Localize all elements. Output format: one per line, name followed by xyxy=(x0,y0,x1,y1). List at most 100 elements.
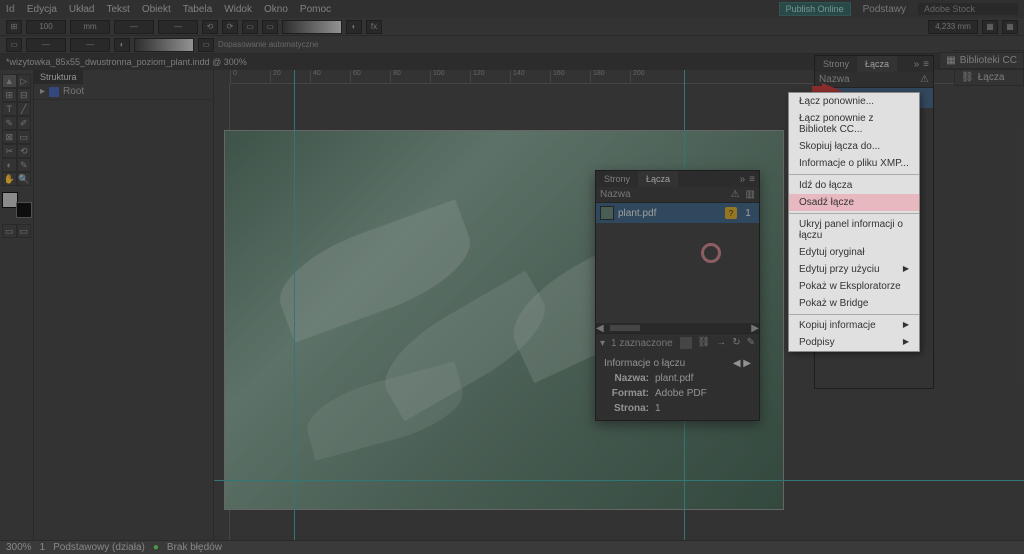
update-link-icon[interactable]: ↻ xyxy=(732,337,740,349)
transform-tool[interactable]: ⟲ xyxy=(17,144,32,158)
cm-xmp-info[interactable]: Informacje o pliku XMP... xyxy=(789,155,919,172)
scroll-right-icon[interactable]: ▶ xyxy=(751,323,759,334)
small-tab-links[interactable]: Łącza xyxy=(857,56,897,72)
cm-hide-info-panel[interactable]: Ukryj panel informacji o łączu xyxy=(789,216,919,244)
selection-count: 1 zaznaczone xyxy=(611,338,673,349)
tb2-in1[interactable]: — xyxy=(26,38,66,52)
rect-tool[interactable]: ▭ xyxy=(17,130,32,144)
hand-tool[interactable]: ✋ xyxy=(2,172,17,186)
tb-btn-h[interactable]: ▦ xyxy=(1002,20,1018,34)
menu-help[interactable]: Pomoc xyxy=(300,4,331,15)
prev-link-icon[interactable]: ◀ xyxy=(733,358,741,369)
menu-view[interactable]: Widok xyxy=(224,4,252,15)
line-tool[interactable]: ╱ xyxy=(17,102,32,116)
menu-layout[interactable]: Układ xyxy=(69,4,95,15)
tb2-in2[interactable]: — xyxy=(70,38,110,52)
gap-tool[interactable]: ⊟ xyxy=(17,88,32,102)
structure-root-row[interactable]: ▸ Root xyxy=(34,84,213,100)
highlight-ring-annotation xyxy=(701,243,721,263)
selection-tool[interactable]: ▲ xyxy=(2,74,17,88)
menu-table[interactable]: Tabela xyxy=(183,4,212,15)
view-mode-2[interactable]: ▭ xyxy=(17,224,32,238)
tb2-a[interactable]: ▭ xyxy=(6,38,22,52)
panel-menu-icon[interactable]: ≡ xyxy=(923,59,929,70)
tb-btn-e[interactable]: ◐ xyxy=(346,20,362,34)
menu-text[interactable]: Tekst xyxy=(106,4,129,15)
cm-relink[interactable]: Łącz ponownie... xyxy=(789,93,919,110)
relink-icon[interactable]: ⛓ xyxy=(698,337,711,349)
tb2-c[interactable]: ▭ xyxy=(198,38,214,52)
type-tool[interactable]: T xyxy=(2,102,17,116)
w-input[interactable]: — xyxy=(114,20,154,34)
menu-edit[interactable]: Edycja xyxy=(27,4,57,15)
goto-link-icon[interactable]: → xyxy=(716,337,726,349)
cm-reveal-explorer[interactable]: Pokaż w Eksploratorze xyxy=(789,278,919,295)
pencil-tool[interactable]: ✐ xyxy=(17,116,32,130)
tb-btn-d[interactable]: ▭ xyxy=(262,20,278,34)
cm-relink-cc[interactable]: Łącz ponownie z Bibliotek CC... xyxy=(789,110,919,138)
document-tab[interactable]: *wizytowka_85x55_dwustronna_poziom_plant… xyxy=(6,57,247,67)
preflight-errors[interactable]: Brak błędów xyxy=(167,542,222,553)
link-row[interactable]: plant.pdf ? 1 xyxy=(596,203,759,223)
panel-scrollbar[interactable]: ◀ ▶ xyxy=(596,323,759,333)
cm-reveal-bridge[interactable]: Pokaż w Bridge xyxy=(789,295,919,312)
disclosure-icon[interactable]: ▾ xyxy=(600,338,605,349)
x-input[interactable]: 100 xyxy=(26,20,66,34)
tb-btn-f[interactable]: fx xyxy=(366,20,382,34)
cm-edit-with[interactable]: Edytuj przy użyciu▶ xyxy=(789,261,919,278)
cm-separator xyxy=(789,314,919,315)
next-link-icon[interactable]: ▶ xyxy=(743,358,751,369)
cm-embed-link[interactable]: Osadź łącze xyxy=(789,194,919,211)
gradient-tool[interactable]: ◐ xyxy=(2,158,17,172)
collapse-icon[interactable]: » xyxy=(740,174,746,185)
small-tab-pages[interactable]: Strony xyxy=(815,56,857,72)
menu-object[interactable]: Obiekt xyxy=(142,4,171,15)
cm-captions[interactable]: Podpisy▶ xyxy=(789,334,919,351)
collapse-icon[interactable]: » xyxy=(914,59,920,70)
gradient-swatch-2[interactable] xyxy=(134,38,194,52)
page-tool[interactable]: ⊞ xyxy=(2,88,17,102)
direct-select-tool[interactable]: ▷ xyxy=(17,74,32,88)
tab-links[interactable]: Łącza xyxy=(638,171,678,187)
tb-btn-g[interactable]: ▦ xyxy=(982,20,998,34)
publish-online-button[interactable]: Publish Online xyxy=(779,2,851,16)
scissors-tool[interactable]: ✂ xyxy=(2,144,17,158)
stroke-weight[interactable]: 4,233 mm xyxy=(928,20,978,34)
zoom-tool[interactable]: 🔍 xyxy=(17,172,32,186)
gradient-swatch[interactable] xyxy=(282,20,342,34)
structure-tab[interactable]: Struktura xyxy=(34,70,83,84)
scroll-left-icon[interactable]: ◀ xyxy=(596,323,604,334)
cm-goto-link[interactable]: Idź do łącza xyxy=(789,177,919,194)
tb2-b[interactable]: ◐ xyxy=(114,38,130,52)
workspace-selector[interactable]: Podstawy xyxy=(857,4,912,15)
cm-copy-links-to[interactable]: Skopiuj łącza do... xyxy=(789,138,919,155)
dock-item-links[interactable]: ⛓ Łącza xyxy=(954,69,1024,86)
scroll-thumb[interactable] xyxy=(610,325,640,331)
stock-search[interactable]: Adobe Stock xyxy=(918,3,1018,15)
tb-btn-b[interactable]: ⟳ xyxy=(222,20,238,34)
cm-edit-original[interactable]: Edytuj oryginał xyxy=(789,244,919,261)
tb-btn-c[interactable]: ▭ xyxy=(242,20,258,34)
page-nav[interactable]: 1 xyxy=(40,542,46,553)
fill-stroke-swatch[interactable] xyxy=(2,192,32,218)
tab-pages[interactable]: Strony xyxy=(596,171,638,187)
edit-original-icon[interactable]: ✎ xyxy=(747,337,755,349)
app-logo: Id xyxy=(6,4,15,15)
eyedropper-tool[interactable]: ✎ xyxy=(17,158,32,172)
relink-cc-icon[interactable] xyxy=(680,337,692,349)
pen-tool[interactable]: ✎ xyxy=(2,116,17,130)
cm-copy-info[interactable]: Kopiuj informacje▶ xyxy=(789,317,919,334)
dock-item-cc-libs[interactable]: ▦ Biblioteki CC xyxy=(939,52,1024,69)
zoom-level[interactable]: 300% xyxy=(6,542,32,553)
info-name-val: plant.pdf xyxy=(655,373,693,384)
control-bar-1: ⊞ 100 mm — — ⟲ ⟳ ▭ ▭ ◐ fx 4,233 mm ▦ ▦ xyxy=(0,18,1024,36)
unit-1[interactable]: mm xyxy=(70,20,110,34)
menu-window[interactable]: Okno xyxy=(264,4,288,15)
panel-menu-icon[interactable]: ≡ xyxy=(749,174,755,185)
view-mode-1[interactable]: ▭ xyxy=(2,224,17,238)
rect-frame-tool[interactable]: ⊠ xyxy=(2,130,17,144)
preflight-profile[interactable]: Podstawowy (działa) xyxy=(53,542,145,553)
tb-btn-a[interactable]: ⟲ xyxy=(202,20,218,34)
anchor-icon[interactable]: ⊞ xyxy=(6,20,22,34)
h-input[interactable]: — xyxy=(158,20,198,34)
